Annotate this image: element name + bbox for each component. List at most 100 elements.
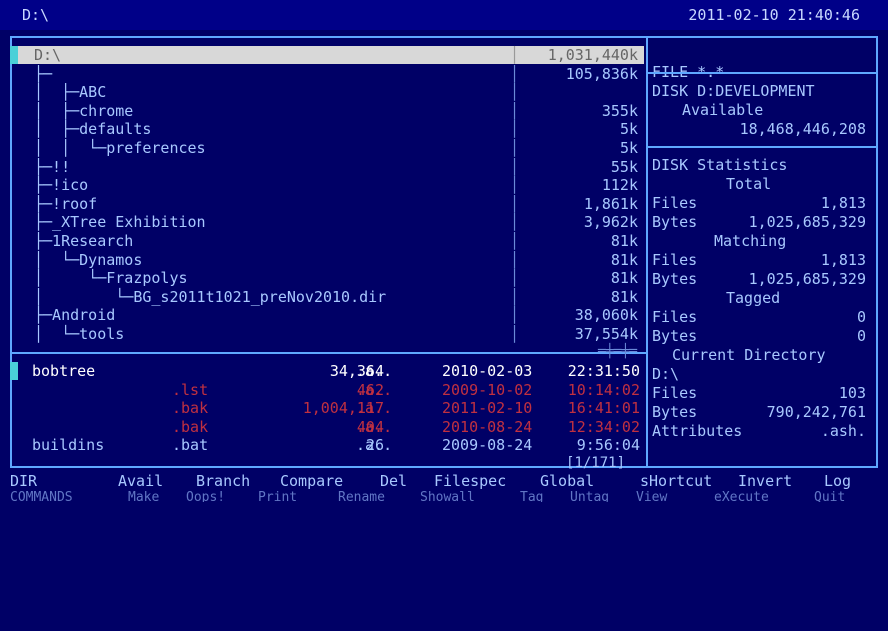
file-name: bobtree — [32, 362, 96, 380]
tree-row[interactable]: ├─Android │ 38,060k — [12, 306, 644, 324]
tree-row-size: 55k — [610, 157, 638, 176]
menu-item[interactable]: Oops! — [186, 490, 225, 502]
tree-row-bar: │ — [510, 194, 520, 213]
tree-row[interactable]: │ ├─ABC │ — [12, 83, 644, 101]
menu-item[interactable]: Compare — [280, 472, 343, 490]
file-counter: [1/171] — [566, 455, 626, 471]
tree-row-size: 112k — [601, 176, 638, 195]
file-ext: .bat — [172, 436, 209, 455]
file-row[interactable]: .bak 404 .a.. 2010-08-24 12:34:02 — [12, 418, 644, 436]
cur-files: 103 — [838, 384, 866, 402]
matching-label: Matching — [714, 232, 787, 250]
tree-row-size: 3,962k — [583, 213, 638, 232]
file-row[interactable]: .bak 1,004,117 .a.. 2011-02-10 16:41:01 — [12, 399, 644, 417]
tree-row-bar: │ — [510, 269, 520, 288]
tree-row[interactable]: │ │ └─preferences │ 5k — [12, 139, 644, 157]
menu-item[interactable]: eXecute — [714, 490, 769, 502]
current-path: D:\ — [22, 6, 50, 24]
tree-row[interactable]: D:\ │ 1,031,440k — [12, 46, 644, 64]
file-date: 2011-02-10 — [442, 399, 533, 418]
files-label: Files — [652, 308, 698, 326]
file-attr: .a.. — [356, 380, 393, 399]
file-ext: .lst — [172, 380, 209, 399]
file-name: buildins — [32, 436, 105, 455]
tree-row-name: ├─1Research — [34, 232, 134, 250]
tree-row[interactable]: ├─!! │ 55k — [12, 158, 644, 176]
menu-item[interactable]: Print — [258, 490, 297, 502]
tree-row-name: ├─ — [34, 64, 53, 83]
tree-row-size: 81k — [610, 232, 638, 250]
tree-row-name: ├─_XTree Exhibition — [34, 213, 206, 232]
menu-item[interactable]: Log — [824, 472, 851, 490]
tree-row-bar: │ — [510, 176, 520, 195]
file-row[interactable]: bobtree 34,364 .a.. 2010-02-03 22:31:50 — [12, 362, 644, 380]
total-label: Total — [726, 175, 772, 193]
tree-row-bar: │ — [510, 157, 520, 176]
tree-row-bar: │ — [510, 139, 520, 157]
matching-files: 1,813 — [820, 251, 866, 269]
file-attr: .a.. — [356, 436, 393, 455]
tree-row[interactable]: │ └─Frazpolys │ 81k — [12, 269, 644, 287]
tree-row-bar: │ — [510, 287, 520, 306]
tree-row-bar: │ — [510, 325, 520, 343]
tree-row-name: ├─Android — [34, 306, 116, 325]
bytes-label: Bytes — [652, 270, 698, 288]
tree-row-bar: │ — [510, 46, 520, 64]
disk-section: DISK D:DEVELOPMENT Available 18,468,446,… — [652, 82, 872, 142]
tree-row-bar: │ — [510, 64, 520, 83]
file-time: 12:34:02 — [567, 417, 640, 436]
menu-item[interactable]: Tag — [520, 490, 543, 502]
menu-item[interactable]: Quit — [814, 490, 845, 502]
total-bytes: 1,025,685,329 — [748, 213, 866, 231]
tree-row-size: 81k — [610, 250, 638, 269]
file-row[interactable]: .lst 462 .a.. 2009-10-02 10:14:02 — [12, 381, 644, 399]
menu-item[interactable]: Filespec — [434, 472, 506, 490]
file-time: 10:14:02 — [567, 380, 640, 399]
tree-row-bar: │ — [510, 213, 520, 232]
menu-item[interactable]: sHortcut — [640, 472, 712, 490]
tree-row[interactable]: ├─ │ 105,836k — [12, 65, 644, 83]
scroll-marker: ═╪═╪═ — [598, 344, 638, 359]
filespec-section: FILE *.* — [652, 44, 872, 82]
tree-row[interactable]: ├─!ico │ 112k — [12, 176, 644, 194]
file-ext: .bak — [172, 417, 209, 436]
menu-item[interactable]: Del — [380, 472, 407, 490]
tree-row-name: │ │ └─preferences — [34, 139, 206, 157]
tree-row[interactable]: ├─1Research │ 81k — [12, 232, 644, 250]
tagged-bytes: 0 — [856, 327, 866, 345]
tree-row[interactable]: │ └─Dynamos │ 81k — [12, 251, 644, 269]
menu-item[interactable]: Untag — [570, 490, 609, 502]
menu-item[interactable]: Global — [540, 472, 594, 490]
tree-row[interactable]: │ └─tools │ 37,554k — [12, 325, 644, 343]
tree-row-bar: │ — [510, 232, 520, 250]
tree-row[interactable]: ├─_XTree Exhibition │ 3,962k — [12, 213, 644, 231]
menu-item[interactable]: Avail — [118, 472, 163, 490]
menu-item[interactable]: Invert — [738, 472, 792, 490]
tree-row[interactable]: ├─!roof │ 1,861k — [12, 195, 644, 213]
file-date: 2010-08-24 — [442, 417, 533, 436]
tree-row-name: D:\ — [34, 46, 62, 64]
tree-row-bar: │ — [510, 83, 520, 102]
menu-item[interactable]: View — [636, 490, 667, 502]
menu-item[interactable]: Branch — [196, 472, 250, 490]
file-row[interactable]: buildins .bat 26 .a.. 2009-08-24 9:56:04 — [12, 436, 644, 454]
tagged-files: 0 — [856, 308, 866, 326]
tree-row[interactable]: │ └─BG_s2011t1021_preNov2010.dir │ 81k — [12, 288, 644, 306]
stats-section: DISK Statistics Total Files 1,813 Bytes … — [652, 156, 872, 456]
menu-item[interactable]: Make — [128, 490, 159, 502]
file-attr: .a.. — [356, 399, 393, 418]
file-cursor — [10, 362, 18, 380]
menu-item[interactable]: Rename — [338, 490, 385, 502]
tree-row[interactable]: │ ├─defaults │ 5k — [12, 120, 644, 138]
cur-bytes: 790,242,761 — [766, 403, 866, 421]
file-date: 2010-02-03 — [442, 362, 533, 380]
tree-row[interactable]: │ ├─chrome │ 355k — [12, 102, 644, 120]
menu-item[interactable]: COMMANDS — [10, 490, 73, 502]
title-bar: D:\ 2011-02-10 21:40:46 — [0, 0, 888, 30]
attributes-label: Attributes — [652, 422, 743, 440]
menu-item[interactable]: Showall — [420, 490, 475, 502]
right-divider — [648, 146, 878, 148]
total-files: 1,813 — [820, 194, 866, 212]
tree-row-name: ├─!! — [34, 157, 71, 176]
menu-item[interactable]: DIR — [10, 472, 37, 490]
